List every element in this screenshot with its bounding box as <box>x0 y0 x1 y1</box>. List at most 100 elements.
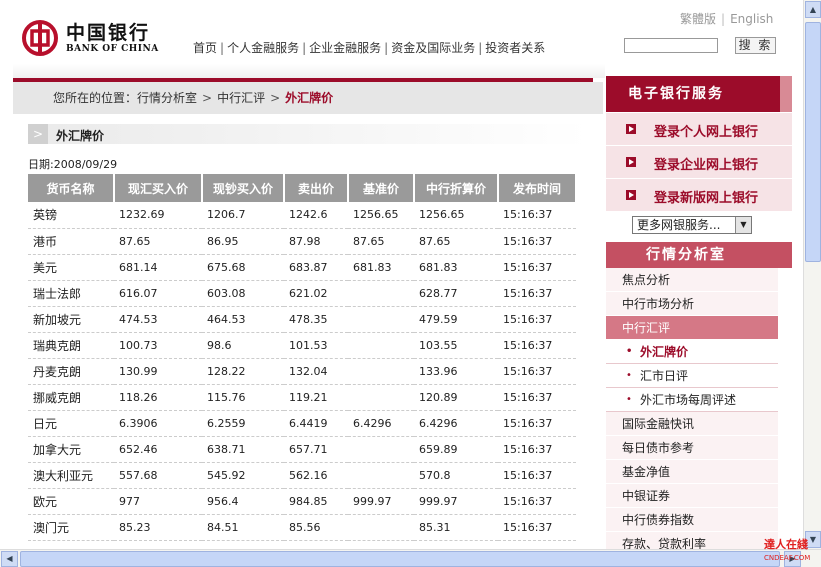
nav-personal-banking[interactable]: 个人金融服务 <box>227 41 299 55</box>
table-row: 美元 681.14 675.68 683.87 681.83 681.83 15:16:37 <box>28 254 576 281</box>
horizontal-scrollbar[interactable]: ◀ ▶ <box>0 549 821 567</box>
language-switcher: 繁體版 | English <box>680 10 773 27</box>
nav-separator: | <box>478 41 483 55</box>
vertical-scrollbar[interactable]: ▲ ▼ <box>803 0 821 549</box>
rate-cell: 130.99 <box>114 358 202 385</box>
rate-cell: 119.21 <box>284 384 348 411</box>
scroll-up-arrow-icon[interactable]: ▲ <box>805 1 821 18</box>
rate-cell: 15:16:37 <box>498 488 576 515</box>
rate-cell: 545.92 <box>202 462 284 489</box>
rate-cell: 657.71 <box>284 436 348 463</box>
menu-boc-securities[interactable]: 中银证券 <box>606 484 778 508</box>
rate-cell <box>348 332 414 359</box>
section-title: 外汇牌价 <box>56 129 105 143</box>
submenu-fx-daily[interactable]: 汇市日评 <box>606 364 778 388</box>
rate-cell: 478.35 <box>284 306 348 333</box>
rate-cell: 133.96 <box>414 358 498 385</box>
scroll-left-arrow-icon[interactable]: ◀ <box>1 551 18 567</box>
rate-cell: 956.4 <box>202 488 284 515</box>
rate-cell: 118.26 <box>114 384 202 411</box>
submenu-fx-weekly[interactable]: 外汇市场每周评述 <box>606 388 778 412</box>
more-ebank-services-select[interactable]: 更多网银服务... ▼ <box>632 216 752 234</box>
chevron-down-icon[interactable]: ▼ <box>735 217 751 233</box>
bank-logo[interactable]: 中国银行 BANK OF CHINA <box>22 18 158 58</box>
table-row: 日元 6.3906 6.2559 6.4419 6.4296 6.4296 15:16:37 <box>28 410 576 437</box>
rate-cell: 132.04 <box>284 358 348 385</box>
ebank-link-corporate[interactable]: 登录企业网上银行 <box>606 146 792 179</box>
currency-name-cell: 瑞士法郎 <box>28 280 114 307</box>
quote-date: 日期:2008/09/29 <box>28 158 118 171</box>
table-row: 澳大利亚元 557.68 545.92 562.16 570.8 15:16:37 <box>28 462 576 489</box>
rate-cell: 6.2559 <box>202 410 284 437</box>
rate-cell: 86.95 <box>202 228 284 255</box>
nav-investor-relations[interactable]: 投资者关系 <box>485 41 545 55</box>
breadcrumb-market-room[interactable]: 行情分析室 <box>137 91 197 105</box>
menu-intl-finance-news[interactable]: 国际金融快讯 <box>606 412 778 436</box>
rate-cell: 621.02 <box>284 280 348 307</box>
rate-cell: 562.16 <box>284 462 348 489</box>
breadcrumb-current: 外汇牌价 <box>285 91 334 105</box>
nav-treasury-international[interactable]: 资金及国际业务 <box>391 41 475 55</box>
menu-focus-analysis[interactable]: 焦点分析 <box>606 268 778 292</box>
column-header: 中行折算价 <box>414 174 499 202</box>
logo-english-name: BANK OF CHINA <box>66 44 159 54</box>
rate-cell: 603.08 <box>202 280 284 307</box>
rate-cell: 1256.65 <box>348 202 414 229</box>
rate-cell: 15:16:37 <box>498 254 576 281</box>
rate-cell: 101.53 <box>284 332 348 359</box>
rate-cell: 85.56 <box>284 514 348 541</box>
rate-cell: 681.83 <box>348 254 414 281</box>
rate-cell: 85.23 <box>114 514 202 541</box>
rate-cell: 115.76 <box>202 384 284 411</box>
column-header: 现钞买入价 <box>202 174 285 202</box>
rate-cell: 87.98 <box>284 228 348 255</box>
ebank-link-label: 登录企业网上银行 <box>654 158 759 173</box>
nav-corporate-banking[interactable]: 企业金融服务 <box>309 41 381 55</box>
chevron-right-icon: > <box>28 124 48 144</box>
lang-english-link[interactable]: English <box>730 12 773 26</box>
table-row: 新加坡元 474.53 464.53 478.35 479.59 15:16:37 <box>28 306 576 333</box>
menu-daily-bond[interactable]: 每日债市参考 <box>606 436 778 460</box>
submenu-fx-quotes[interactable]: 外汇牌价 <box>606 340 778 364</box>
rate-cell <box>348 384 414 411</box>
ebank-link-new[interactable]: 登录新版网上银行 <box>606 179 792 212</box>
currency-name-cell: 港币 <box>28 228 114 255</box>
rate-cell: 103.55 <box>414 332 498 359</box>
header-shadow <box>13 64 605 78</box>
lang-traditional-link[interactable]: 繁體版 <box>680 12 716 26</box>
table-row: 挪威克朗 118.26 115.76 119.21 120.89 15:16:37 <box>28 384 576 411</box>
rate-cell: 999.97 <box>348 488 414 515</box>
menu-fund-nav[interactable]: 基金净值 <box>606 460 778 484</box>
breadcrumb: 您所在的位置：行情分析室 > 中行汇评 > 外汇牌价 <box>13 82 603 114</box>
search-button[interactable]: 搜 索 <box>735 37 776 54</box>
breadcrumb-prefix: 您所在的位置： <box>53 91 138 105</box>
breadcrumb-arrow: > <box>202 91 213 105</box>
rate-cell: 652.46 <box>114 436 202 463</box>
search-input[interactable] <box>624 38 718 53</box>
menu-boc-fx-review[interactable]: 中行汇评 <box>606 316 778 340</box>
rate-cell: 15:16:37 <box>498 514 576 541</box>
table-header-row: 货币名称 现汇买入价 现钞买入价 卖出价 基准价 中行折算价 发布时间 <box>28 174 577 202</box>
rate-cell: 128.22 <box>202 358 284 385</box>
breadcrumb-boc-review[interactable]: 中行汇评 <box>217 91 265 105</box>
rate-cell: 15:16:37 <box>498 306 576 333</box>
table-row: 英镑 1232.69 1206.7 1242.6 1256.65 1256.65 15:16… <box>28 202 576 229</box>
rate-cell: 570.8 <box>414 462 498 489</box>
rate-cell: 628.77 <box>414 280 498 307</box>
rate-cell: 15:16:37 <box>498 280 576 307</box>
logo-chinese-name: 中国银行 <box>66 22 151 44</box>
table-row: 瑞典克朗 100.73 98.6 101.53 103.55 15:16:37 <box>28 332 576 359</box>
column-header: 基准价 <box>348 174 415 202</box>
column-header: 货币名称 <box>28 174 115 202</box>
horizontal-scroll-thumb[interactable] <box>20 551 780 567</box>
vertical-scroll-thumb[interactable] <box>805 22 821 262</box>
currency-name-cell: 日元 <box>28 410 114 437</box>
menu-boc-market-analysis[interactable]: 中行市场分析 <box>606 292 778 316</box>
rate-cell: 6.4296 <box>414 410 498 437</box>
ebank-link-personal[interactable]: 登录个人网上银行 <box>606 113 792 146</box>
rate-cell: 85.31 <box>414 514 498 541</box>
rate-cell: 15:16:37 <box>498 384 576 411</box>
ebank-link-label: 登录个人网上银行 <box>654 125 759 140</box>
nav-home[interactable]: 首页 <box>193 41 217 55</box>
menu-boc-bond-index[interactable]: 中行债券指数 <box>606 508 778 532</box>
